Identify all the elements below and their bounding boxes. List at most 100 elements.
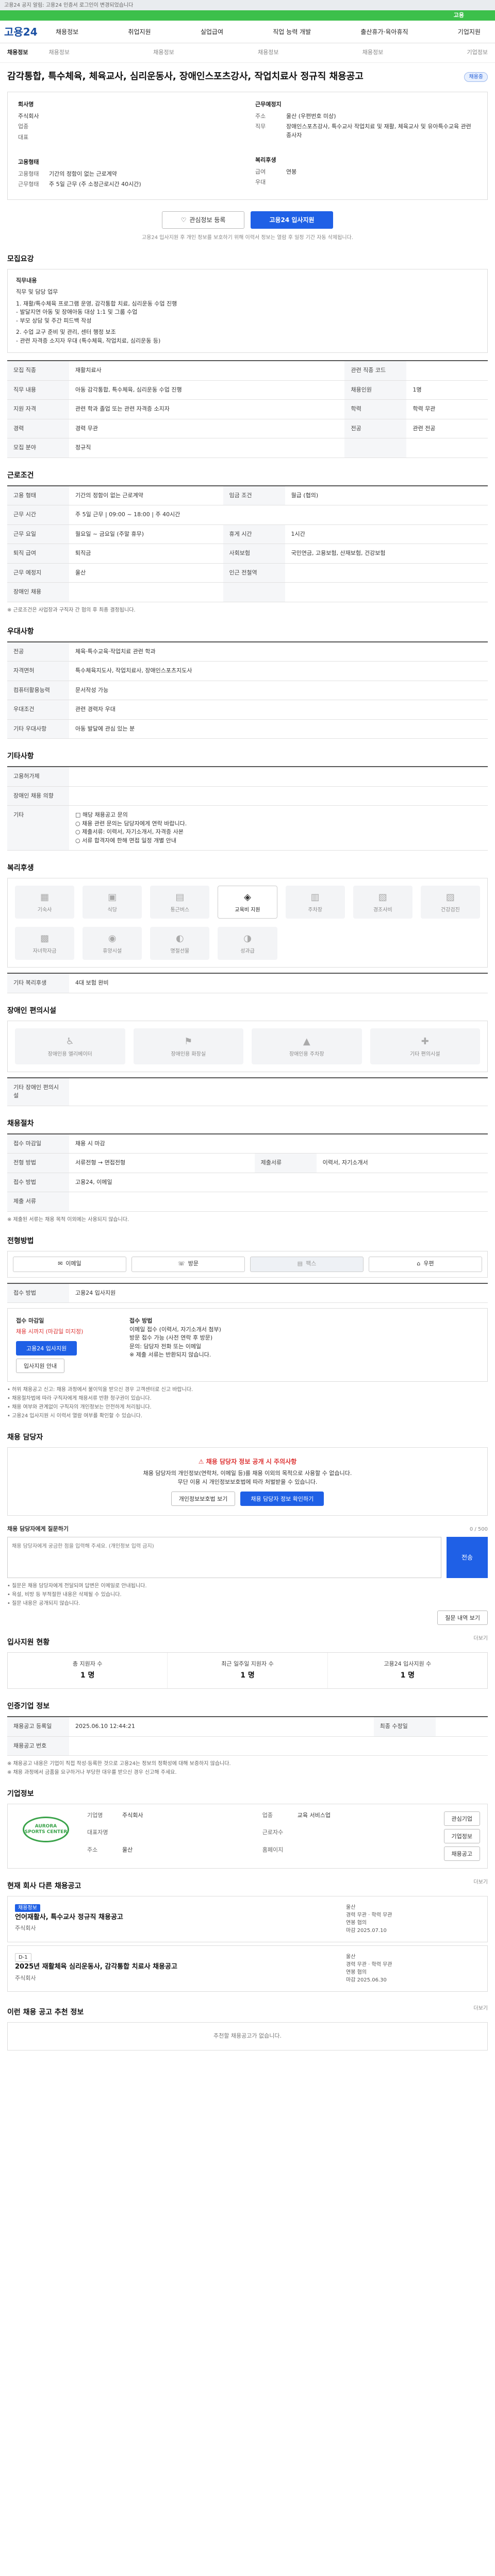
section-corp-title: 기업정보 (7, 1790, 34, 1799)
welfare-icon: ◈ (244, 892, 251, 903)
section-conditions-title: 근로조건 (7, 471, 34, 480)
menu-item-jobs[interactable]: 채용정보 (56, 27, 78, 37)
welfare-item: ▩ 자녀학자금 (15, 927, 75, 960)
table-row: 직무 내용 아동 감각통합, 특수체육, 심리운동 수업 진행 채용인원 1명 (7, 380, 488, 400)
recruit-line: - 관련 자격증 소지자 우대 (특수체육, 작업치료, 심리운동 등) (16, 337, 161, 344)
corp-follow-button[interactable]: 관심기업 (443, 1811, 480, 1826)
status-badge: 채용중 (464, 72, 488, 82)
steps-apply-button[interactable]: 고용24 입사지원 (16, 1341, 77, 1356)
section-info-title: 인증기업 정보 (7, 1702, 50, 1711)
list-title[interactable]: 2025년 재활체육 심리운동사, 감각통합 치료사 채용공고 (15, 1962, 177, 1972)
list-tag: 채용정보 (15, 1904, 40, 1912)
method-tab-visit[interactable]: ☏ 방문 (131, 1256, 245, 1272)
welfare-icons: ▦ 기숙사 ▣ 식당 ▤ 통근버스 ◈ 교육비 지원 ▥ 주차장 ▧ 경조사비 ▨ 건강검진 … (7, 878, 488, 968)
home-icon: ⌂ (417, 1260, 421, 1267)
apply-steps: 접수 마감일 채용 시까지 (마감일 미지정) 고용24 입사지원 입사지원 안… (7, 1308, 488, 1382)
qa-history-button[interactable]: 질문 내역 보기 (437, 1610, 488, 1625)
list-more-link[interactable]: 더보기 (473, 1878, 488, 1886)
table-row: 접수 마감일 채용 시 마감 (7, 1133, 488, 1154)
mail-icon: ✉ (58, 1260, 63, 1267)
site-logo[interactable]: 고용24 (4, 24, 56, 40)
table-row: 근무 예정지 울산 인근 전철역 (7, 563, 488, 583)
menu-item-training[interactable]: 직업 능력 개발 (273, 27, 311, 37)
stats-more-link[interactable]: 더보기 (473, 1635, 488, 1642)
welfare-item: ▧ 경조사비 (353, 886, 412, 919)
info-table: 채용공고 등록일 2025.06.10 12:44:21 최종 수정일 채용공고 번… (7, 1716, 488, 1756)
apply-stats: 총 지원자 수1 명 최근 일주일 지원자 수1 명 고용24 입사지원 수1 … (7, 1652, 488, 1689)
rec-more-link[interactable]: 더보기 (473, 2005, 488, 2012)
facility-item: ⚑ 장애인용 화장실 (133, 1028, 243, 1064)
corp-info: 기업명 주식회사 업종 교육 서비스업 대표자명 근로자수 주소 울산 홈페이지 (87, 1812, 331, 1853)
list-title[interactable]: 언어재활사, 특수교사 정규직 채용공고 (15, 1912, 123, 1923)
sub-nav-item[interactable]: 채용정보 (153, 48, 174, 57)
table-row: 고용허가제 (7, 767, 488, 787)
privacy-law-button[interactable]: 개인정보보호법 보기 (171, 1492, 236, 1506)
summary-row: 업종 (18, 123, 29, 130)
list-item[interactable]: 채용정보 언어재활사, 특수교사 정규직 채용공고 주식회사 울산 경력 무관 … (7, 1896, 488, 1943)
recruiter-alert: ⚠ 채용 담당자 정보 공개 시 주의사항 채용 담당자의 개인정보(연락처, … (7, 1447, 488, 1516)
scrap-button[interactable]: ♡ 관심정보 등록 (162, 211, 244, 229)
stat-item: 총 지원자 수1 명 (8, 1652, 168, 1689)
job-header: 채용중 감각통합, 특수체육, 체육교사, 심리운동사, 장애인스포츠강사, 작… (7, 63, 488, 83)
welfare-icon: ▤ (175, 892, 185, 903)
section-disabled-title: 장애인 편의시설 (7, 1006, 57, 1015)
company-name[interactable]: 주식회사 (18, 112, 39, 121)
section-stats-title: 입사지원 현황 (7, 1638, 50, 1647)
recruiter-info-button[interactable]: 채용 담당자 정보 확인하기 (240, 1492, 324, 1506)
section-method-title: 전형방법 (7, 1236, 34, 1245)
welfare-item: ◐ 명절선물 (150, 927, 210, 960)
apply-note: 고용24 입사지원 후 개인 정보를 보호하기 위해 이력서 정보는 열람 후 … (141, 234, 353, 241)
conditions-table: 고용 형태 기간의 정함이 없는 근로계약 임금 조건 월급 (협의) 근무 시간 주 … (7, 485, 488, 602)
list-item[interactable]: D-1 2025년 재활체육 심리운동사, 감각통합 치료사 채용공고 주식회사… (7, 1945, 488, 1992)
menu-item-support[interactable]: 취업지원 (128, 27, 151, 37)
table-row: 경력 경력 무관 전공 관련 전공 (7, 419, 488, 439)
steps-guide-button[interactable]: 입사지원 안내 (16, 1359, 65, 1374)
apply-button[interactable]: 고용24 입사지원 (251, 211, 333, 229)
sub-nav-item[interactable]: 채용정보 (258, 48, 278, 57)
qa-label: 채용 담당자에게 질문하기 (7, 1526, 69, 1533)
method-tab-fax[interactable]: ▤ 팩스 (250, 1256, 364, 1272)
menu-item-leave[interactable]: 출산휴가·육아휴직 (360, 27, 408, 37)
parking-icon: ▲ (303, 1036, 310, 1047)
top-notice[interactable]: 고용24 공지 알림: 고용24 인증서 로그인이 변경되었습니다 (0, 0, 495, 10)
menu-item-corp[interactable]: 기업지원 (458, 27, 481, 37)
qa-send-button[interactable]: 전송 (447, 1536, 488, 1578)
facility-item: ✚ 기타 편의시설 (370, 1028, 480, 1064)
table-row: 접수 방법 고용24, 이메일 (7, 1173, 488, 1193)
sub-nav-item[interactable]: 채용정보 (362, 48, 383, 57)
qa-textarea[interactable] (7, 1536, 441, 1578)
recruit-line: - 부모 상담 및 주간 피드백 작성 (16, 317, 92, 324)
recruit-line: - 발달지연 아동 및 장애아동 대상 1:1 및 그룹 수업 (16, 309, 138, 316)
section-list-title: 현재 회사 다른 채용공고 (7, 1882, 81, 1891)
list-tag: D-1 (15, 1953, 31, 1962)
corp-info-button[interactable]: 기업정보 (443, 1829, 480, 1844)
table-row: 기타 □ 해당 채용공고 문의 ○ 채용 관련 문의는 담당자에게 연락 바랍니… (7, 805, 488, 851)
table-row: 채용공고 번호 (7, 1736, 488, 1756)
table-row: 장애인 채용 (7, 582, 488, 602)
sub-nav-item[interactable]: 기업정보 (467, 48, 487, 57)
corp-logo-mark: AURORA SPORTS CENTER (23, 1817, 69, 1843)
green-banner-text[interactable]: 고용 (454, 11, 464, 20)
sub-nav-current[interactable]: 채용정보 (7, 48, 28, 57)
welfare-item: ▥ 주차장 (285, 886, 345, 919)
sub-nav-item[interactable]: 채용정보 (48, 48, 69, 57)
summary-row: 고용형태 기간의 정함이 없는 근로계약 (18, 170, 117, 177)
section-welfare-title: 복리후생 (7, 864, 34, 873)
welfare-item: ◑ 성과급 (218, 927, 277, 960)
table-row: 전공 체육·특수교육·작업치료 관련 학과 (7, 641, 488, 662)
method-tab-email[interactable]: ✉ 이메일 (13, 1256, 126, 1272)
table-row: 지원 자격 관련 학과 졸업 또는 관련 자격증 소지자 학력 학력 무관 (7, 399, 488, 419)
corp-jobs-button[interactable]: 채용공고 (443, 1846, 480, 1861)
plus-icon: ✚ (421, 1036, 429, 1047)
status-label: 고용형태 (18, 159, 39, 166)
recruit-line: 직무 및 담당 업무 (16, 289, 58, 296)
company-name-row: 주식회사 (18, 112, 240, 121)
recruit-line: 2. 수업 교구 준비 및 관리, 센터 행정 보조 (16, 329, 116, 336)
corp-logo: AURORA SPORTS CENTER (15, 1811, 77, 1848)
summary-row: 근무형태 주 5일 근무 (주 소정근로시간 40시간) (18, 181, 141, 188)
sub-nav: 채용정보 채용정보 채용정보 채용정보 채용정보 기업정보 (0, 43, 495, 63)
table-row: 우대조건 관련 경력자 우대 (7, 700, 488, 720)
method-tab-post[interactable]: ⌂ 우편 (369, 1256, 482, 1272)
welfare-icon: ◐ (175, 933, 184, 944)
menu-item-benefit[interactable]: 실업급여 (201, 27, 223, 37)
